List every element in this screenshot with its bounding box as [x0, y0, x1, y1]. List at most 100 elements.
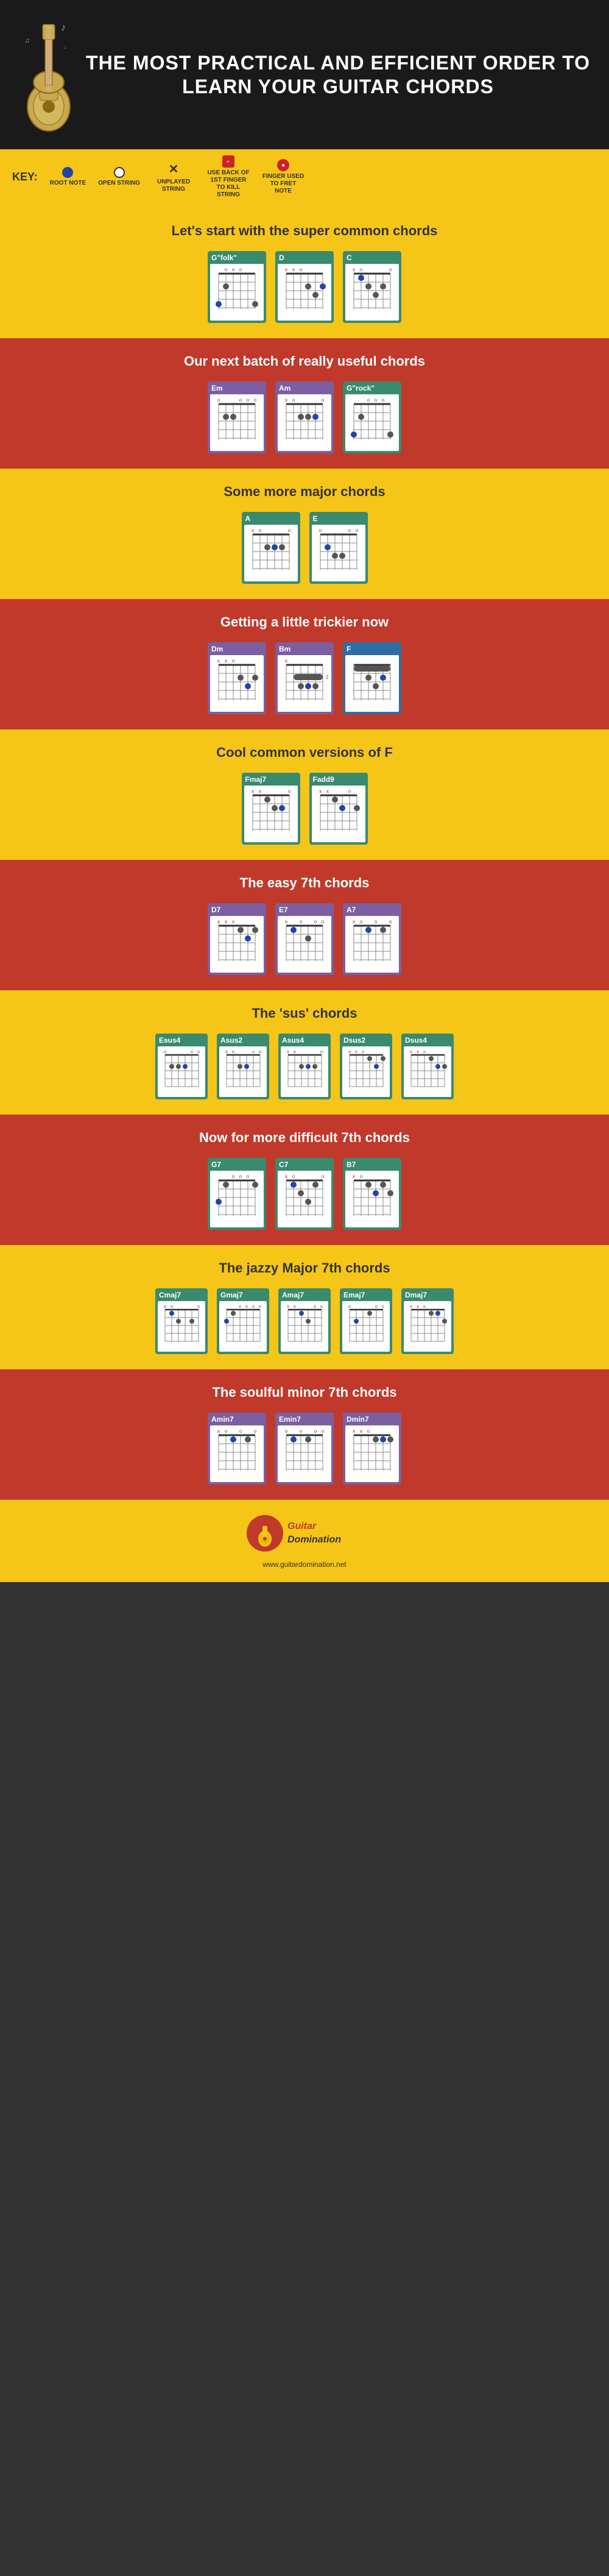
chord-grid-asus4: x o o [281, 1046, 328, 1097]
svg-text:o: o [259, 1305, 261, 1309]
chord-grid-gmaj7: o o o o [219, 1301, 267, 1352]
svg-text:o: o [375, 397, 378, 403]
chord-grid-emin7: o o o o [278, 1425, 331, 1482]
svg-text:o: o [294, 1050, 296, 1054]
section-soulful-minor7-title: The soulful minor 7th chords [12, 1385, 597, 1400]
key-label: KEY: [12, 171, 38, 183]
svg-text:o: o [382, 1305, 384, 1309]
section-sus-title: The 'sus' chords [12, 1006, 597, 1021]
svg-text:o: o [245, 1305, 248, 1309]
section-versions-f-title: Cool common versions of F [12, 745, 597, 761]
svg-text:o: o [320, 1050, 323, 1054]
chord-grid-g7: o o o [210, 1171, 264, 1227]
key-open-string: OPEN STRING [98, 167, 140, 187]
svg-text:♩: ♩ [64, 44, 70, 51]
x-mark-icon: ✕ [169, 161, 179, 177]
chord-name-g-folk: G"folk" [210, 254, 264, 262]
chords-row-versions-f: Fmaj7 x x o [12, 773, 597, 845]
chord-name-amaj7: Amaj7 [281, 1291, 328, 1299]
chord-grid-a: x o o [244, 525, 298, 581]
svg-text:x: x [292, 267, 295, 272]
chords-row-major: A x o o [12, 512, 597, 584]
chord-name-g7: G7 [210, 1160, 264, 1169]
chord-grid-asus2: x o o o [219, 1046, 267, 1097]
svg-text:o: o [259, 1050, 261, 1054]
svg-text:x: x [360, 1428, 362, 1434]
svg-text:o: o [239, 267, 242, 272]
chord-name-dsus4: Dsus4 [404, 1036, 451, 1045]
svg-text:x: x [252, 789, 254, 794]
svg-text:o: o [197, 1050, 200, 1054]
section-jazzy-major7: The jazzy Major 7th chords Cmaj7 [0, 1245, 609, 1369]
section-trickier-title: Getting a little trickier now [12, 614, 597, 630]
svg-text:x: x [164, 1305, 166, 1309]
svg-text:o: o [232, 1050, 234, 1054]
chord-card-fmaj7: Fmaj7 x x o [242, 773, 300, 845]
chord-card-bm: Bm x [275, 642, 334, 714]
chord-name-d: D [278, 254, 331, 262]
chords-row-super-common: G"folk" o [12, 251, 597, 323]
chord-grid-e: o o o [312, 525, 365, 581]
section-major-title: Some more major chords [12, 484, 597, 500]
svg-text:o: o [292, 1174, 295, 1179]
svg-text:o: o [287, 528, 290, 533]
key-use-back: ⌐ USE BACK OF 1ST FINGER TO KILL STRING [207, 155, 250, 199]
footer: Guitar Domination www.guitardomination.n… [0, 1500, 609, 1582]
chords-row-sus: Esus4 o o o [12, 1034, 597, 1099]
chord-card-g-folk: G"folk" o [208, 251, 266, 323]
chord-name-f: F [345, 645, 399, 653]
svg-text:x: x [326, 789, 329, 794]
svg-text:o: o [191, 1050, 193, 1054]
svg-text:x: x [287, 1050, 289, 1054]
chord-name-e7: E7 [278, 906, 331, 914]
chord-name-asus2: Asus2 [219, 1036, 267, 1045]
svg-text:x: x [285, 397, 287, 403]
svg-text:x: x [348, 1050, 351, 1054]
svg-text:o: o [423, 1305, 426, 1309]
chord-grid-fmaj7: x x o [244, 786, 298, 842]
chord-card-a: A x o o [242, 512, 300, 584]
svg-text:o: o [348, 1305, 351, 1309]
svg-text:o: o [217, 397, 220, 403]
svg-text:o: o [285, 919, 288, 924]
chord-grid-dmin7: x x o [345, 1425, 399, 1482]
chord-name-a: A [244, 514, 298, 523]
chord-card-em: Em o o o o [208, 381, 266, 453]
svg-text:x: x [225, 658, 227, 664]
chord-grid-dsus2: x x o [342, 1046, 390, 1097]
svg-text:o: o [375, 1305, 378, 1309]
chords-row-really-useful: Em o o o o [12, 381, 597, 453]
section-trickier: Getting a little trickier now Dm [0, 599, 609, 729]
svg-text:x: x [225, 1050, 228, 1054]
chord-grid-esus4: o o o [158, 1046, 205, 1097]
svg-text:o: o [319, 528, 322, 533]
chord-card-fadd9: Fadd9 x x o [309, 773, 368, 845]
svg-text:Domination: Domination [287, 1535, 341, 1545]
svg-text:x: x [225, 919, 227, 924]
svg-text:o: o [197, 1305, 200, 1309]
svg-text:x: x [353, 267, 355, 272]
chord-name-dmaj7: Dmaj7 [404, 1291, 451, 1299]
svg-text:x: x [217, 658, 220, 664]
chord-grid-em: o o o o [210, 394, 264, 451]
svg-text:o: o [300, 919, 303, 924]
svg-text:x: x [319, 789, 322, 794]
svg-text:x: x [217, 1428, 220, 1434]
chord-name-d7: D7 [210, 906, 264, 914]
svg-text:o: o [314, 919, 317, 924]
chord-card-dm: Dm x x o [208, 642, 266, 714]
chords-row-difficult-7th: G7 o o o [12, 1158, 597, 1230]
svg-text:♫: ♫ [24, 36, 30, 44]
root-note-label: ROOT NOTE [50, 180, 86, 187]
section-super-common: Let's start with the super common chords… [0, 208, 609, 338]
chord-grid-c7: x o o [278, 1171, 331, 1227]
chord-grid-fadd9: x x o [312, 786, 365, 842]
chord-name-dmin7: Dmin7 [345, 1415, 399, 1424]
chord-card-dsus4: Dsus4 x x o [401, 1034, 454, 1099]
chord-card-g-rock: G"rock" o o o [343, 381, 401, 453]
chord-grid-dm: x x o [210, 655, 264, 712]
svg-text:o: o [322, 1174, 325, 1179]
svg-text:o: o [247, 1174, 250, 1179]
section-easy-7th: The easy 7th chords D7 x [0, 860, 609, 990]
chords-row-jazzy: Cmaj7 x o o [12, 1288, 597, 1354]
